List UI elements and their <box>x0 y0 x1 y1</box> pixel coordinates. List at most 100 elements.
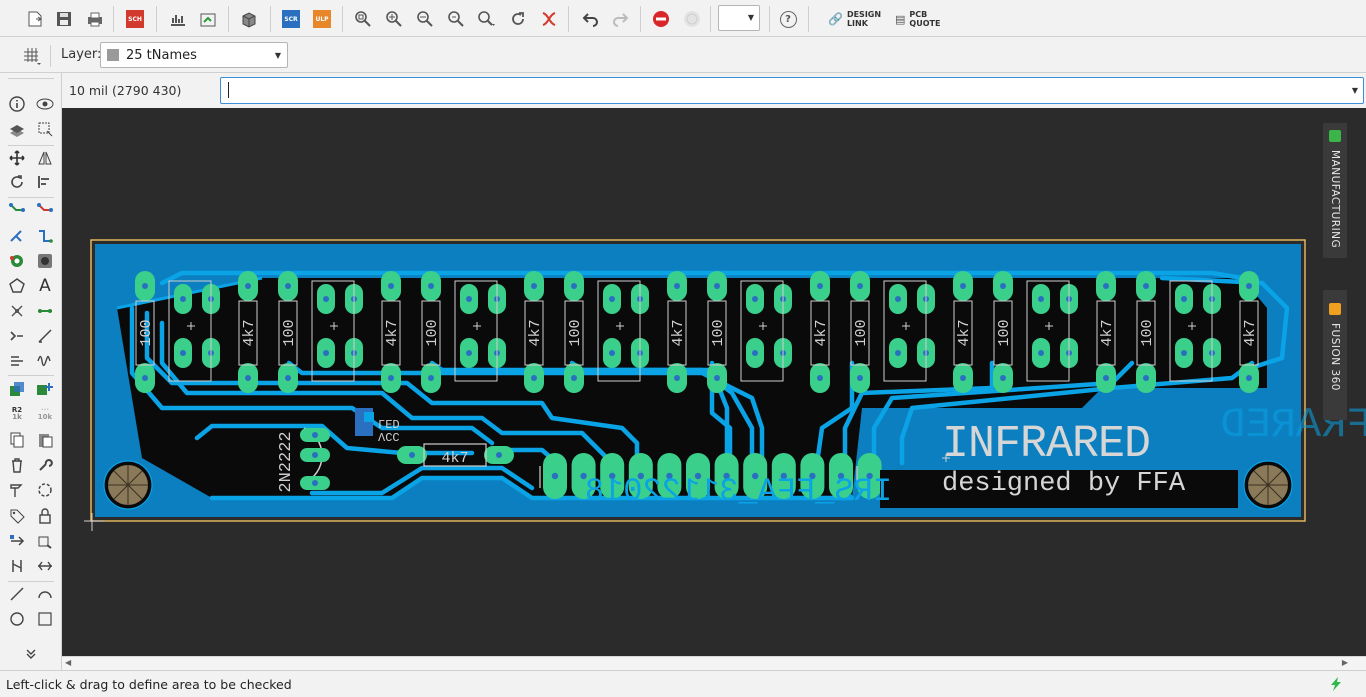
pad-drill <box>1103 375 1109 381</box>
status-bar: Left-click & drag to define area to be c… <box>0 670 1366 697</box>
resistor-label: 4k7 <box>813 319 830 346</box>
grid-icon[interactable] <box>22 46 42 70</box>
script-icon[interactable]: SCR <box>278 6 304 32</box>
horizontal-scrollbar[interactable]: ◀ ▶ <box>62 656 1366 670</box>
info-icon[interactable] <box>7 94 27 114</box>
expand-palette-icon[interactable] <box>21 644 41 664</box>
redraw-icon[interactable] <box>505 6 531 32</box>
split-icon[interactable] <box>7 226 27 246</box>
stop-icon[interactable] <box>648 6 674 32</box>
chevron-down-icon: ▼ <box>747 13 754 22</box>
undo-icon[interactable] <box>577 6 603 32</box>
zoom-dropdown[interactable]: ▼ <box>718 5 760 31</box>
status-message: Left-click & drag to define area to be c… <box>6 677 292 692</box>
led-label: LED <box>378 416 400 430</box>
chevron-down-icon[interactable]: ▼ <box>1352 86 1358 95</box>
show-icon[interactable] <box>35 94 55 114</box>
pcb-drawing[interactable]: 100 4k7 100 4k7 100 4k7 100 4k7 100 4k7 100 4k7 100 4… <box>62 108 1366 656</box>
manufacturing-icon[interactable] <box>195 6 221 32</box>
open-icon[interactable] <box>22 6 48 32</box>
mirrored-code-text: IRS_FFA_31122018 <box>585 473 892 510</box>
pad-drill <box>180 350 186 356</box>
group-icon[interactable] <box>7 379 27 399</box>
wrench-icon[interactable] <box>35 455 55 475</box>
zoom-select-icon[interactable] <box>443 6 469 32</box>
lightning-icon[interactable] <box>1328 676 1344 692</box>
pad-drill <box>571 283 577 289</box>
circle-icon[interactable] <box>7 609 27 629</box>
cam-icon[interactable] <box>165 6 191 32</box>
gateswap-icon[interactable] <box>35 556 55 576</box>
wire-net-icon[interactable] <box>35 301 55 321</box>
via-icon[interactable] <box>7 251 27 271</box>
align-icon[interactable] <box>35 172 55 192</box>
manufacturing-tab[interactable]: MANUFACTURING <box>1323 123 1347 258</box>
scroll-left-icon[interactable]: ◀ <box>65 658 71 667</box>
ulp-icon[interactable]: ULP <box>309 6 335 32</box>
lock-icon[interactable] <box>35 506 55 526</box>
line-tool-icon[interactable] <box>35 326 55 346</box>
wire-draw-icon[interactable] <box>7 584 27 604</box>
zoom-fit-icon[interactable] <box>350 6 376 32</box>
pinswap-icon[interactable] <box>7 556 27 576</box>
zoom-area-icon[interactable] <box>474 6 500 32</box>
layer-select[interactable]: 25 tNames ▼ <box>100 42 288 68</box>
help-label: ? <box>779 10 797 28</box>
scroll-right-icon[interactable]: ▶ <box>1342 658 1348 667</box>
attribute-icon[interactable] <box>7 326 27 346</box>
ripup-icon[interactable] <box>35 200 55 220</box>
redo-icon[interactable] <box>608 6 634 32</box>
smash-icon[interactable]: ··· 10k <box>35 404 55 424</box>
pad-drill <box>1038 296 1044 302</box>
move-icon[interactable] <box>7 148 27 168</box>
zoom-out-icon[interactable] <box>412 6 438 32</box>
arc-icon[interactable] <box>35 584 55 604</box>
swap-icon[interactable] <box>35 531 55 551</box>
text-tool-icon[interactable]: A <box>35 276 55 296</box>
design-link-button[interactable]: 🔗 DESIGN LINK <box>828 9 881 29</box>
mirror-icon[interactable] <box>35 148 55 168</box>
mark-icon[interactable] <box>35 119 55 139</box>
ratsnest-icon[interactable] <box>536 6 562 32</box>
name-tag-icon[interactable] <box>7 506 27 526</box>
display-layers-icon[interactable] <box>7 119 27 139</box>
board-canvas[interactable]: 100 4k7 100 4k7 100 4k7 100 4k7 100 4k7 100 4k7 100 4… <box>62 108 1366 656</box>
copy-icon[interactable] <box>7 430 27 450</box>
dimension-icon[interactable] <box>7 351 27 371</box>
add-part-icon[interactable] <box>35 379 55 399</box>
fusion-tab[interactable]: FUSION 360 <box>1323 290 1347 420</box>
polygon-icon[interactable] <box>7 276 27 296</box>
change-icon[interactable] <box>7 480 27 500</box>
transistor-label: 2N2222 <box>277 431 296 492</box>
pad-drill <box>714 375 720 381</box>
pcb-quote-button[interactable]: ▤ PCB QUOTE <box>895 9 940 29</box>
resistor-label: 4k7 <box>527 319 544 346</box>
3d-icon[interactable] <box>236 6 262 32</box>
pad-drill <box>323 350 329 356</box>
main-toolbar: SCH SCR ULP ▼ ? 🔗 DESIGN LINK ▤ PCB QUOT… <box>0 0 1366 37</box>
zoom-in-icon[interactable] <box>381 6 407 32</box>
rectangle-icon[interactable] <box>35 609 55 629</box>
replace-icon[interactable] <box>7 531 27 551</box>
go-icon[interactable] <box>679 6 705 32</box>
value-icon[interactable]: R2 1k <box>7 404 27 424</box>
command-input[interactable]: ▼ <box>220 77 1364 104</box>
route-icon[interactable] <box>7 200 27 220</box>
optimize-icon[interactable] <box>35 480 55 500</box>
pad-drill <box>609 350 615 356</box>
waveform-icon[interactable] <box>35 351 55 371</box>
pad-drill <box>285 375 291 381</box>
save-icon[interactable] <box>51 6 77 32</box>
resistor-label: 4k7 <box>241 319 258 346</box>
print-icon[interactable] <box>82 6 108 32</box>
delete-icon[interactable] <box>7 455 27 475</box>
pad-icon[interactable] <box>35 251 55 271</box>
help-icon[interactable]: ? <box>775 6 801 32</box>
pad-drill <box>388 375 394 381</box>
meander-icon[interactable] <box>35 226 55 246</box>
palette-10k-label: 10k <box>37 413 53 421</box>
paste-icon[interactable] <box>35 430 55 450</box>
rotate-icon[interactable] <box>7 172 27 192</box>
schematic-icon[interactable]: SCH <box>122 6 148 32</box>
signal-icon[interactable] <box>7 301 27 321</box>
